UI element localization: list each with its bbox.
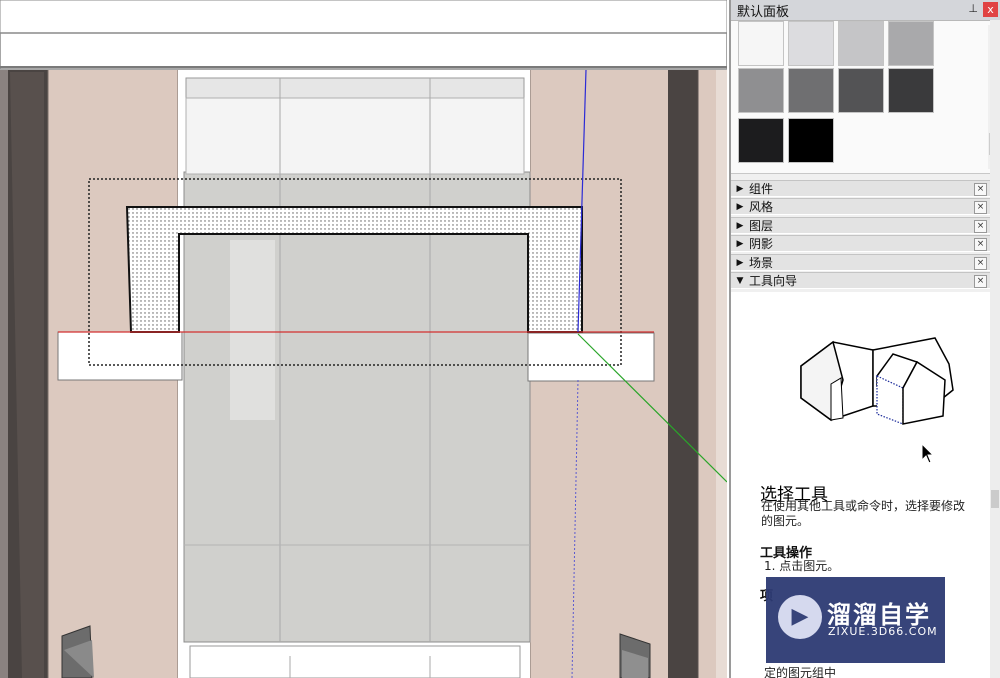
panel-titlebar: 默认面板 ⊥ x	[731, 0, 1000, 21]
swatch-5[interactable]	[738, 68, 784, 113]
tray-label: 组件	[749, 182, 774, 196]
swatch-9[interactable]	[738, 118, 784, 163]
mouse-pointer-icon	[921, 443, 935, 464]
tray-close-icon[interactable]: ×	[974, 238, 987, 251]
swatch-7[interactable]	[838, 68, 884, 113]
tray-label: 工具向导	[749, 274, 798, 288]
swatch-8[interactable]	[888, 68, 934, 113]
tray-close-icon[interactable]: ×	[974, 183, 987, 196]
tray-styles[interactable]: ▶ 风格 ×	[731, 198, 991, 215]
collapsed-triangle-icon: ▶	[736, 257, 744, 268]
pin-icon[interactable]: ⊥	[968, 2, 978, 15]
house-select-illustration	[800, 337, 954, 425]
tray-close-icon[interactable]: ×	[974, 220, 987, 233]
tray-layers[interactable]: ▶ 图层 ×	[731, 217, 991, 234]
model-viewport[interactable]	[0, 0, 727, 678]
tray-close-icon[interactable]: ×	[974, 275, 987, 288]
tray-label: 阴影	[749, 237, 774, 251]
play-icon: ▶	[778, 595, 822, 639]
swatch-1[interactable]	[738, 21, 784, 66]
tray-shadows[interactable]: ▶ 阴影 ×	[731, 235, 991, 252]
tray-label: 场景	[749, 256, 774, 270]
tray-close-icon[interactable]: ×	[974, 257, 987, 270]
collapsed-triangle-icon: ▶	[736, 220, 744, 231]
material-swatch-grid: ▲ ▼	[731, 21, 1000, 174]
swatch-2[interactable]	[788, 21, 834, 66]
collapsed-triangle-icon: ▶	[736, 238, 744, 249]
tray-components[interactable]: ▶ 组件 ×	[731, 180, 991, 197]
expanded-triangle-icon: ▼	[736, 275, 744, 286]
tray-label: 图层	[749, 219, 774, 233]
tray-instructor[interactable]: ▼ 工具向导 ×	[731, 272, 991, 289]
watermark-site: ZIXUE.3D66.COM	[828, 625, 938, 638]
instructor-tail-text: 定的图元组中	[764, 666, 837, 678]
panel-scrollbar[interactable]	[990, 20, 1000, 678]
operation-step-1: 1. 点击图元。	[764, 559, 840, 573]
tool-description: 在使用其他工具或命令时，选择要修改的图元。	[761, 499, 966, 528]
panel-close-button[interactable]: x	[983, 2, 998, 17]
collapsed-triangle-icon: ▶	[736, 183, 744, 194]
panel-scroll-thumb[interactable]	[991, 490, 999, 508]
collapsed-triangle-icon: ▶	[736, 201, 744, 212]
tray-scenes[interactable]: ▶ 场景 ×	[731, 254, 991, 271]
swatch-3[interactable]	[838, 21, 884, 66]
tray-close-icon[interactable]: ×	[974, 201, 987, 214]
model-scene	[0, 0, 727, 678]
tray-label: 风格	[749, 200, 774, 214]
swatch-10[interactable]	[788, 118, 834, 163]
swatch-4[interactable]	[888, 21, 934, 66]
watermark-logo: ▶ 溜溜自学 ZIXUE.3D66.COM	[766, 577, 945, 663]
panel-title: 默认面板	[737, 4, 790, 20]
swatch-6[interactable]	[788, 68, 834, 113]
